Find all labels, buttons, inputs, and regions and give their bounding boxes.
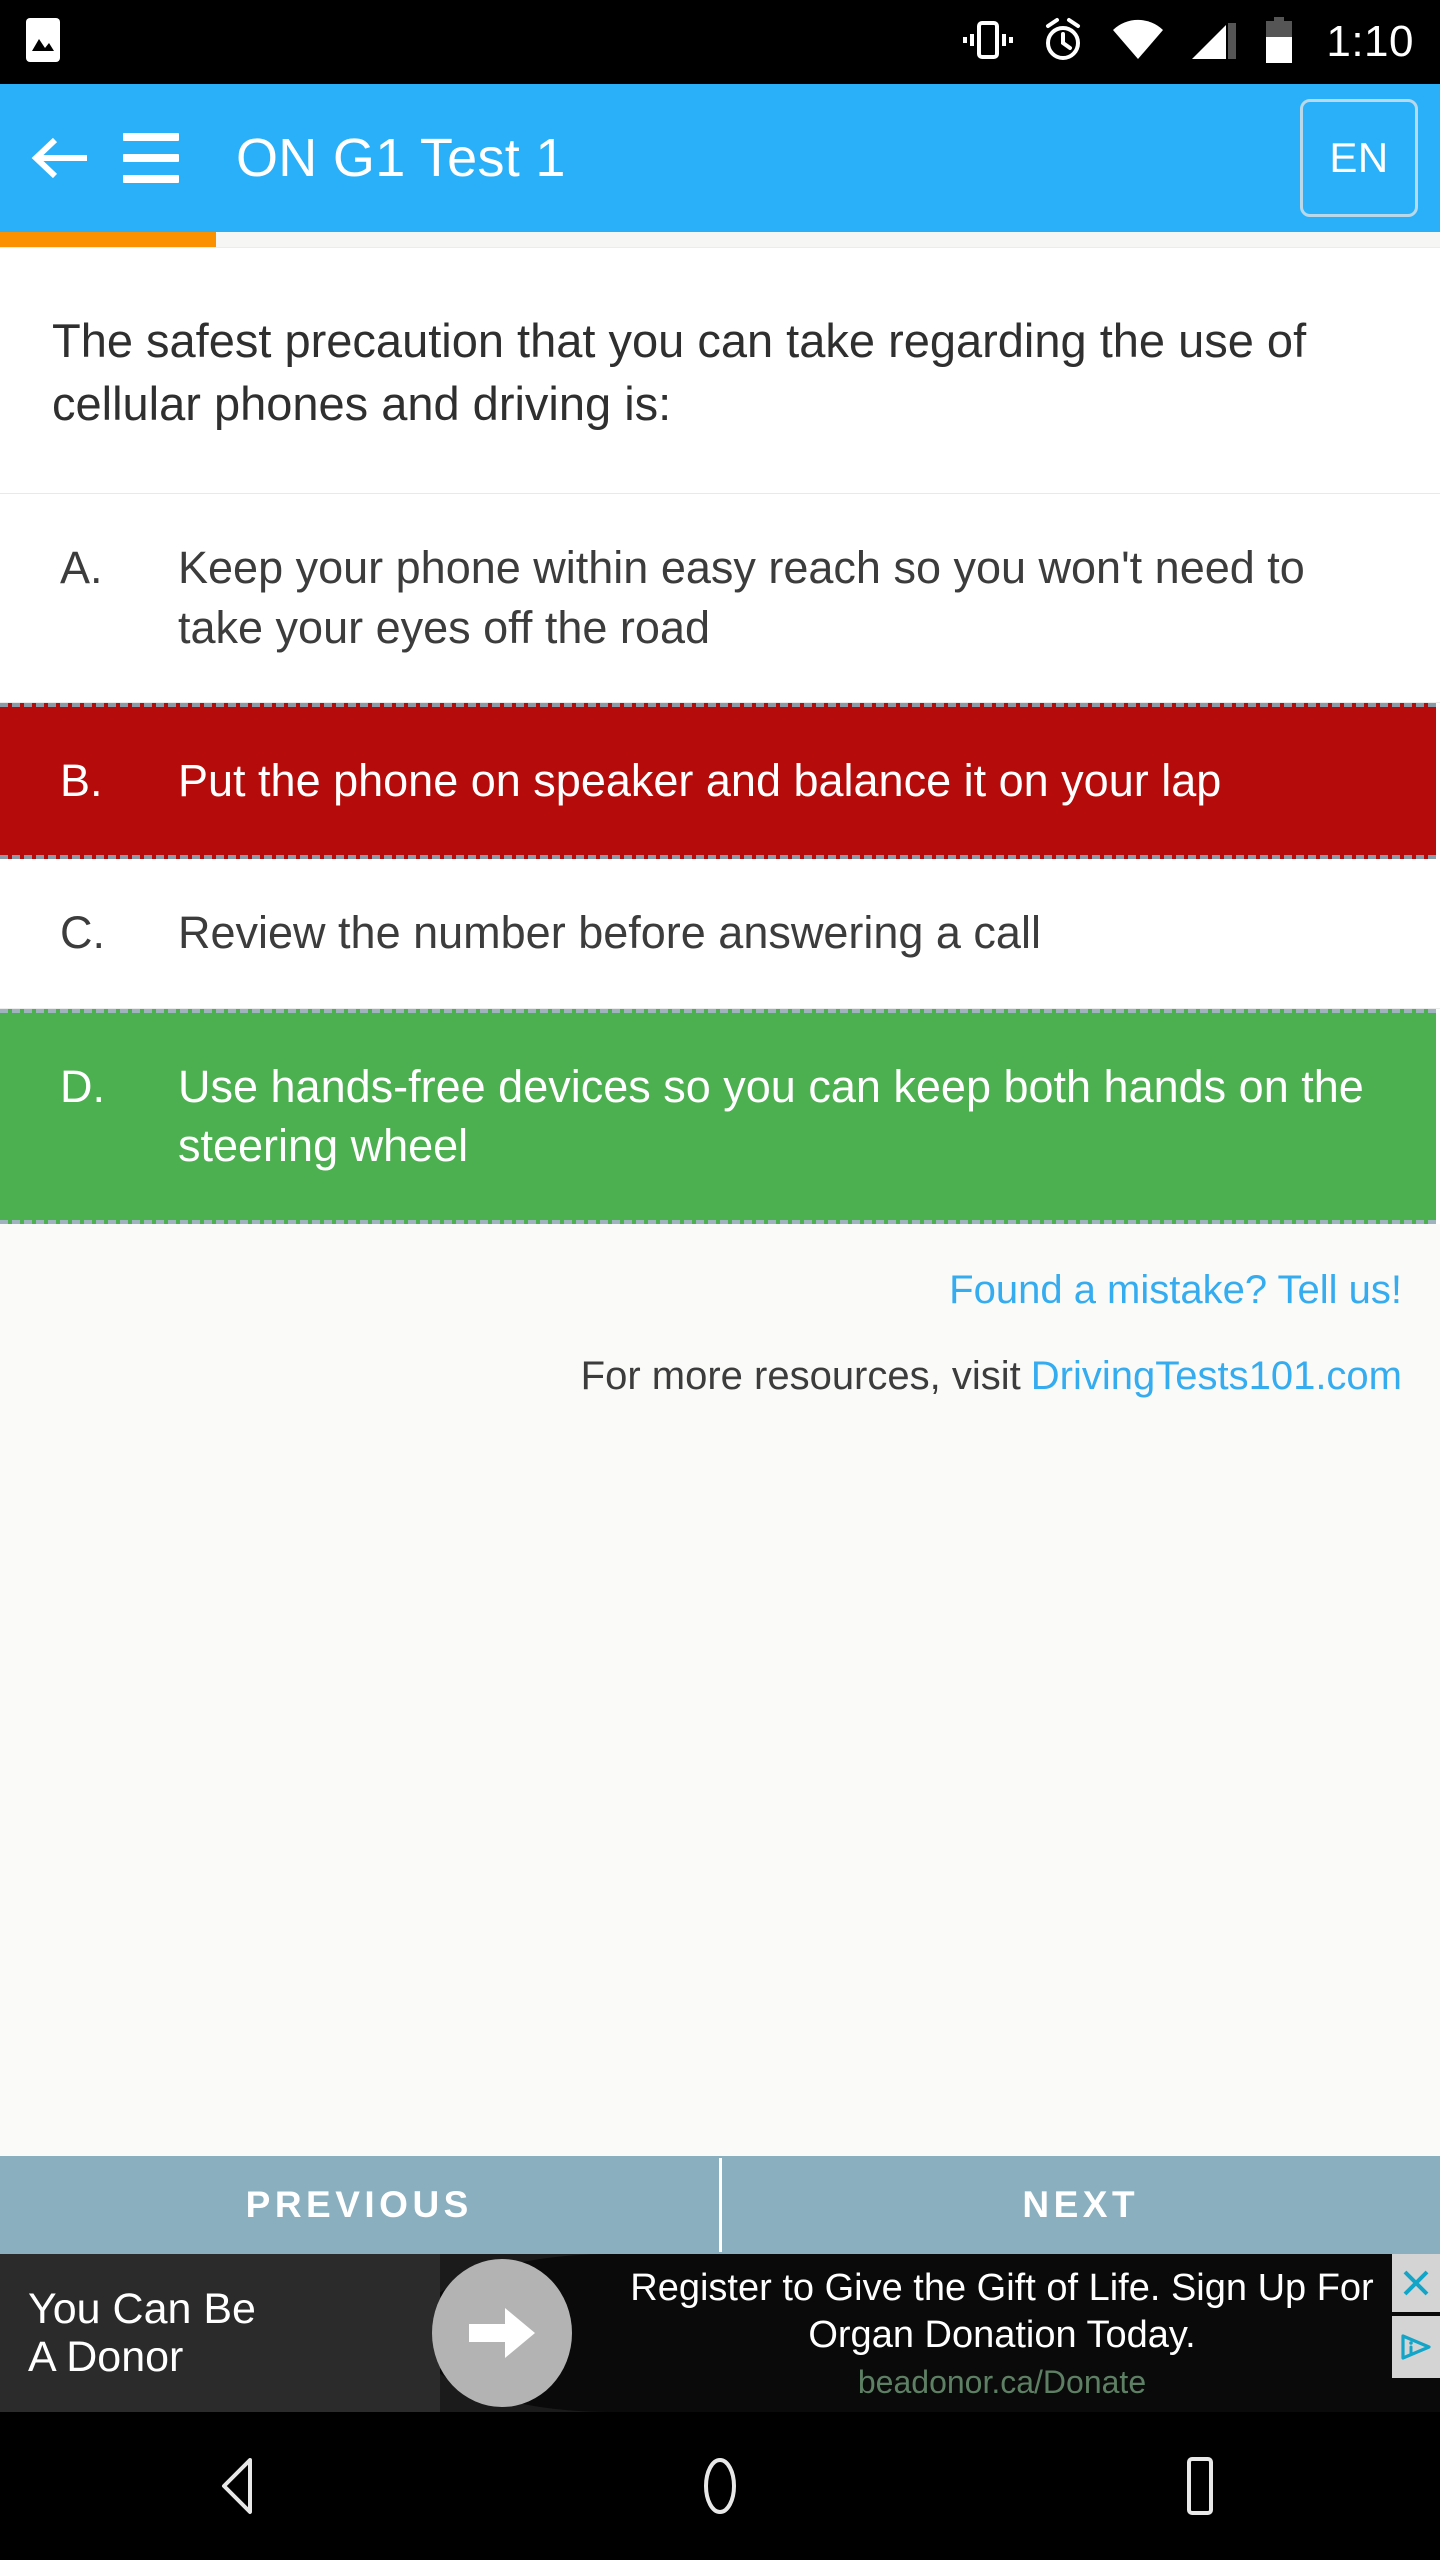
battery-icon (1264, 16, 1294, 68)
answer-letter: C. (60, 906, 105, 958)
ad-left-line2: A Donor (28, 2333, 184, 2381)
ad-copy: Register to Give the Gift of Life. Sign … (622, 2265, 1440, 2401)
quiz-progress-fill (0, 232, 216, 247)
status-bar-left-icons (26, 17, 60, 67)
quiz-navigation-bar: PREVIOUS NEXT (0, 2156, 1440, 2254)
status-bar-right-icons: 1:10 (962, 16, 1414, 68)
answer-option-d[interactable]: D. Use hands-free devices so you can kee… (0, 1008, 1436, 1225)
nav-recents-icon[interactable] (960, 2455, 1440, 2517)
answer-option-b[interactable]: B. Put the phone on speaker and balance … (0, 702, 1436, 859)
status-bar-clock: 1:10 (1326, 17, 1414, 66)
ad-controls (1392, 2254, 1440, 2412)
close-icon[interactable] (1392, 2254, 1440, 2312)
alarm-icon (1040, 17, 1086, 68)
main-content: The safest precaution that you can take … (0, 248, 1440, 2156)
phone-screen: 1:10 ON G1 Test 1 EN The safest precauti… (0, 0, 1440, 2560)
cell-signal-icon (1190, 19, 1238, 66)
report-mistake-link[interactable]: Found a mistake? Tell us! (38, 1260, 1402, 1320)
answer-letter: D. (60, 1060, 105, 1112)
adchoices-icon[interactable] (1392, 2316, 1440, 2378)
ad-right-panel: Register to Give the Gift of Life. Sign … (412, 2254, 1440, 2412)
answer-option-a[interactable]: A. Keep your phone within easy reach so … (0, 494, 1440, 703)
answer-text: Put the phone on speaker and balance it … (178, 754, 1222, 806)
photo-icon (26, 17, 60, 67)
answer-letter: A. (60, 542, 103, 593)
resources-label: For more resources, visit (580, 1354, 1021, 1399)
arrow-right-icon (432, 2259, 572, 2407)
answer-option-c[interactable]: C. Review the number before answering a … (0, 858, 1440, 1009)
footer-links: Found a mistake? Tell us! For more resou… (0, 1224, 1440, 1407)
question-text: The safest precaution that you can take … (52, 314, 1307, 430)
ad-url: beadonor.ca/Donate (857, 2363, 1147, 2400)
answer-text: Use hands-free devices so you can keep b… (178, 1060, 1364, 1172)
page-title: ON G1 Test 1 (236, 128, 566, 188)
question-block: The safest precaution that you can take … (0, 248, 1440, 494)
answer-list: A. Keep your phone within easy reach so … (0, 494, 1440, 1225)
language-button[interactable]: EN (1300, 99, 1418, 217)
wifi-icon (1112, 19, 1164, 66)
answer-letter: B. (60, 754, 103, 806)
quiz-progress-bar (0, 232, 1440, 248)
hamburger-menu-icon[interactable] (108, 123, 194, 193)
status-bar: 1:10 (0, 0, 1440, 84)
answer-text: Review the number before answering a cal… (178, 906, 1041, 958)
resources-line: For more resources, visit DrivingTests101… (38, 1346, 1402, 1406)
back-arrow-icon[interactable] (26, 123, 96, 193)
previous-button[interactable]: PREVIOUS (0, 2156, 719, 2254)
resources-site-link[interactable]: DrivingTests101.com (1031, 1354, 1402, 1398)
ad-left-panel: You Can Be A Donor (0, 2254, 440, 2412)
nav-back-icon[interactable] (0, 2455, 480, 2517)
android-navigation-bar (0, 2412, 1440, 2560)
nav-home-icon[interactable] (480, 2455, 960, 2517)
ad-left-line1: You Can Be (28, 2284, 256, 2333)
content-spacer (0, 1406, 1440, 2156)
answer-text: Keep your phone within easy reach so you… (178, 542, 1305, 653)
vibrate-icon (962, 18, 1014, 67)
next-button[interactable]: NEXT (722, 2156, 1440, 2254)
app-bar: ON G1 Test 1 EN (0, 84, 1440, 232)
ad-headline: Register to Give the Gift of Life. Sign … (630, 2267, 1374, 2356)
ad-banner[interactable]: You Can Be A Donor Register to Give the … (0, 2254, 1440, 2412)
